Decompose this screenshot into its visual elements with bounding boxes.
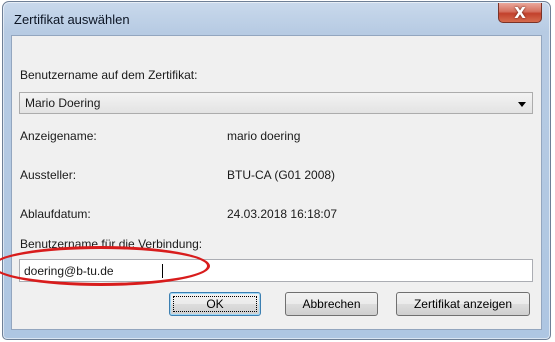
chevron-down-icon [518, 102, 526, 107]
expiry-value: 24.03.2018 16:18:07 [227, 207, 338, 221]
username-select[interactable]: Mario Doering [19, 92, 533, 114]
close-icon: X [514, 4, 526, 22]
focus-rectangle [173, 296, 257, 312]
issuer-value: BTU-CA (G01 2008) [227, 168, 336, 182]
window-title: Zertifikat auswählen [14, 12, 130, 27]
certificate-dialog: Zertifikat auswählen X Benutzername auf … [2, 1, 551, 340]
show-certificate-button[interactable]: Zertifikat anzeigen [396, 292, 530, 316]
connection-username-value: doering@b-tu.de [24, 264, 114, 278]
title-bar[interactable]: Zertifikat auswählen X [3, 2, 550, 36]
issuer-label: Aussteller: [20, 168, 77, 182]
username-label: Benutzername auf dem Zertifikat: [20, 68, 198, 82]
display-name-label: Anzeigename: [20, 129, 97, 143]
expiry-label: Ablaufdatum: [20, 207, 91, 221]
close-button[interactable]: X [498, 3, 542, 23]
ok-button[interactable]: OK [169, 292, 261, 316]
display-name-value: mario doering [227, 129, 301, 143]
connection-username-label: Benutzername für die Verbindung: [20, 237, 203, 251]
connection-username-input[interactable]: doering@b-tu.de [19, 259, 533, 282]
cancel-button[interactable]: Abbrechen [285, 292, 378, 316]
text-caret [162, 264, 163, 278]
dialog-body: Benutzername auf dem Zertifikat: Mario D… [11, 35, 542, 330]
username-select-value: Mario Doering [25, 96, 101, 110]
